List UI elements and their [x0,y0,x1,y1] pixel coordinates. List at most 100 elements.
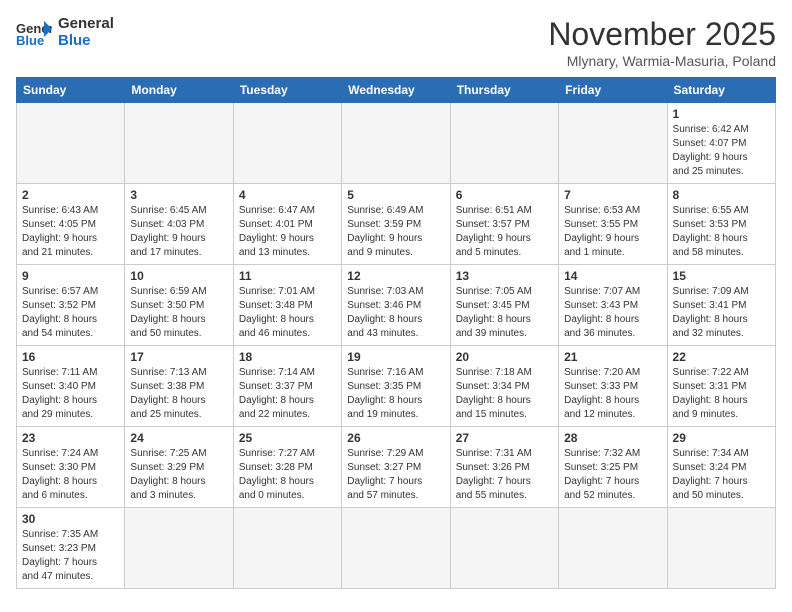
day-info: Sunrise: 6:42 AM Sunset: 4:07 PM Dayligh… [673,123,770,179]
day-info: Sunrise: 7:31 AM Sunset: 3:26 PM Dayligh… [456,447,553,503]
day-number: 25 [239,431,336,445]
weekday-header-saturday: Saturday [667,78,775,103]
calendar-cell [17,103,125,184]
calendar-cell: 2 Sunrise: 6:43 AM Sunset: 4:05 PM Daylig… [17,184,125,265]
day-info: Sunrise: 7:11 AM Sunset: 3:40 PM Dayligh… [22,366,119,422]
title-area: November 2025 Mlynary, Warmia-Masuria, P… [548,16,776,69]
logo-icon: General Blue [16,19,52,47]
calendar-cell: 16 Sunrise: 7:11 AM Sunset: 3:40 PM Dayli… [17,346,125,427]
day-info: Sunrise: 7:03 AM Sunset: 3:46 PM Dayligh… [347,285,444,341]
day-info: Sunrise: 7:22 AM Sunset: 3:31 PM Dayligh… [673,366,770,422]
day-info: Sunrise: 7:25 AM Sunset: 3:29 PM Dayligh… [130,447,227,503]
day-info: Sunrise: 7:32 AM Sunset: 3:25 PM Dayligh… [564,447,661,503]
day-info: Sunrise: 7:27 AM Sunset: 3:28 PM Dayligh… [239,447,336,503]
calendar-cell: 21 Sunrise: 7:20 AM Sunset: 3:33 PM Dayli… [559,346,667,427]
calendar-cell: 3Sunrise: 6:45 AM Sunset: 4:03 PM Daylig… [125,184,233,265]
calendar-cell: 25 Sunrise: 7:27 AM Sunset: 3:28 PM Dayli… [233,427,341,508]
page-header: General Blue General Blue November 2025 … [16,16,776,69]
calendar-cell: 10 Sunrise: 6:59 AM Sunset: 3:50 PM Dayli… [125,265,233,346]
day-info: Sunrise: 6:49 AM Sunset: 3:59 PM Dayligh… [347,204,444,260]
calendar-week-3: 9Sunrise: 6:57 AM Sunset: 3:52 PM Daylig… [17,265,776,346]
calendar-cell: 11Sunrise: 7:01 AM Sunset: 3:48 PM Dayli… [233,265,341,346]
calendar-cell: 7Sunrise: 6:53 AM Sunset: 3:55 PM Daylig… [559,184,667,265]
calendar-week-1: 1 Sunrise: 6:42 AM Sunset: 4:07 PM Daylig… [17,103,776,184]
day-info: Sunrise: 7:07 AM Sunset: 3:43 PM Dayligh… [564,285,661,341]
day-number: 18 [239,350,336,364]
calendar-cell: 1 Sunrise: 6:42 AM Sunset: 4:07 PM Daylig… [667,103,775,184]
day-info: Sunrise: 6:43 AM Sunset: 4:05 PM Dayligh… [22,204,119,260]
day-number: 16 [22,350,119,364]
weekday-header-wednesday: Wednesday [342,78,450,103]
calendar-cell: 19Sunrise: 7:16 AM Sunset: 3:35 PM Dayli… [342,346,450,427]
day-info: Sunrise: 7:18 AM Sunset: 3:34 PM Dayligh… [456,366,553,422]
day-number: 8 [673,188,770,202]
calendar-cell: 8Sunrise: 6:55 AM Sunset: 3:53 PM Daylig… [667,184,775,265]
day-info: Sunrise: 6:59 AM Sunset: 3:50 PM Dayligh… [130,285,227,341]
day-number: 11 [239,269,336,283]
day-number: 22 [673,350,770,364]
calendar-cell [559,103,667,184]
calendar-cell [125,103,233,184]
svg-text:Blue: Blue [16,33,44,47]
day-info: Sunrise: 7:29 AM Sunset: 3:27 PM Dayligh… [347,447,444,503]
calendar-cell: 23 Sunrise: 7:24 AM Sunset: 3:30 PM Dayli… [17,427,125,508]
calendar-week-6: 30 Sunrise: 7:35 AM Sunset: 3:23 PM Dayli… [17,508,776,589]
calendar-cell: 28Sunrise: 7:32 AM Sunset: 3:25 PM Dayli… [559,427,667,508]
calendar-cell [233,508,341,589]
day-number: 19 [347,350,444,364]
day-number: 21 [564,350,661,364]
logo-general: General [58,16,114,33]
day-info: Sunrise: 7:13 AM Sunset: 3:38 PM Dayligh… [130,366,227,422]
calendar-cell: 15Sunrise: 7:09 AM Sunset: 3:41 PM Dayli… [667,265,775,346]
weekday-header-row: SundayMondayTuesdayWednesdayThursdayFrid… [17,78,776,103]
day-number: 7 [564,188,661,202]
day-number: 1 [673,107,770,121]
day-info: Sunrise: 7:14 AM Sunset: 3:37 PM Dayligh… [239,366,336,422]
day-number: 29 [673,431,770,445]
day-number: 17 [130,350,227,364]
logo: General Blue General Blue [16,16,114,49]
location-subtitle: Mlynary, Warmia-Masuria, Poland [548,53,776,69]
calendar-cell: 4 Sunrise: 6:47 AM Sunset: 4:01 PM Daylig… [233,184,341,265]
calendar-week-5: 23 Sunrise: 7:24 AM Sunset: 3:30 PM Dayli… [17,427,776,508]
day-number: 30 [22,512,119,526]
day-info: Sunrise: 6:57 AM Sunset: 3:52 PM Dayligh… [22,285,119,341]
day-info: Sunrise: 6:51 AM Sunset: 3:57 PM Dayligh… [456,204,553,260]
month-title: November 2025 [548,16,776,53]
day-info: Sunrise: 7:05 AM Sunset: 3:45 PM Dayligh… [456,285,553,341]
weekday-header-monday: Monday [125,78,233,103]
calendar-table: SundayMondayTuesdayWednesdayThursdayFrid… [16,77,776,589]
calendar-cell [450,103,558,184]
day-info: Sunrise: 6:45 AM Sunset: 4:03 PM Dayligh… [130,204,227,260]
day-info: Sunrise: 7:24 AM Sunset: 3:30 PM Dayligh… [22,447,119,503]
calendar-cell: 29 Sunrise: 7:34 AM Sunset: 3:24 PM Dayli… [667,427,775,508]
calendar-cell: 18 Sunrise: 7:14 AM Sunset: 3:37 PM Dayli… [233,346,341,427]
calendar-cell: 26 Sunrise: 7:29 AM Sunset: 3:27 PM Dayli… [342,427,450,508]
day-number: 14 [564,269,661,283]
weekday-header-sunday: Sunday [17,78,125,103]
calendar-cell: 9Sunrise: 6:57 AM Sunset: 3:52 PM Daylig… [17,265,125,346]
calendar-cell [342,508,450,589]
day-number: 10 [130,269,227,283]
calendar-cell: 22 Sunrise: 7:22 AM Sunset: 3:31 PM Dayli… [667,346,775,427]
calendar-cell [342,103,450,184]
calendar-cell: 12Sunrise: 7:03 AM Sunset: 3:46 PM Dayli… [342,265,450,346]
calendar-cell: 13Sunrise: 7:05 AM Sunset: 3:45 PM Dayli… [450,265,558,346]
day-info: Sunrise: 7:35 AM Sunset: 3:23 PM Dayligh… [22,528,119,584]
day-number: 4 [239,188,336,202]
day-info: Sunrise: 7:34 AM Sunset: 3:24 PM Dayligh… [673,447,770,503]
calendar-cell: 30 Sunrise: 7:35 AM Sunset: 3:23 PM Dayli… [17,508,125,589]
day-number: 27 [456,431,553,445]
day-info: Sunrise: 6:47 AM Sunset: 4:01 PM Dayligh… [239,204,336,260]
day-number: 15 [673,269,770,283]
calendar-week-2: 2 Sunrise: 6:43 AM Sunset: 4:05 PM Daylig… [17,184,776,265]
day-info: Sunrise: 7:20 AM Sunset: 3:33 PM Dayligh… [564,366,661,422]
day-number: 23 [22,431,119,445]
weekday-header-friday: Friday [559,78,667,103]
calendar-cell [559,508,667,589]
day-number: 26 [347,431,444,445]
day-number: 2 [22,188,119,202]
calendar-cell: 17 Sunrise: 7:13 AM Sunset: 3:38 PM Dayli… [125,346,233,427]
calendar-cell: 27 Sunrise: 7:31 AM Sunset: 3:26 PM Dayli… [450,427,558,508]
calendar-cell [125,508,233,589]
